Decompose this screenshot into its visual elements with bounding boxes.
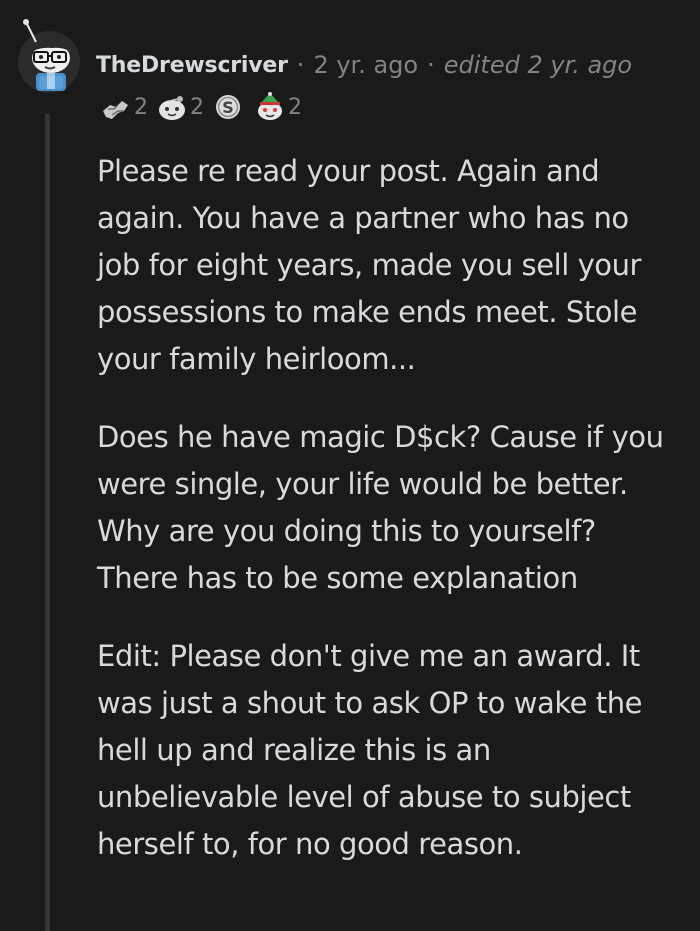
comment-meta: TheDrewscriver · 2 yr. ago · edited 2 yr…	[96, 48, 632, 82]
snoo-avatar-icon	[18, 19, 80, 93]
comment: TheDrewscriver · 2 yr. ago · edited 2 yr…	[0, 0, 700, 931]
wholesome-award-icon	[156, 91, 188, 123]
comment-paragraph: Please re read your post. Again and agai…	[97, 154, 641, 376]
awards-row: 2 2 S 2	[100, 88, 310, 126]
award-silver[interactable]: S	[212, 91, 246, 123]
helping-hand-award-icon	[100, 91, 132, 123]
award-count: 2	[134, 94, 148, 120]
username[interactable]: TheDrewscriver	[96, 53, 288, 78]
comment-paragraph: Does he have magic D$ck? Cause if you we…	[97, 420, 664, 595]
award-snoo-elf[interactable]: 2	[254, 91, 302, 123]
award-count: 2	[190, 94, 204, 120]
silver-award-icon: S	[212, 91, 244, 123]
thread-line[interactable]	[45, 114, 50, 931]
separator: ·	[427, 51, 435, 79]
separator: ·	[296, 51, 305, 79]
edited-label: edited 2 yr. ago	[443, 51, 633, 79]
snoo-elf-award-icon	[254, 91, 286, 123]
award-wholesome[interactable]: 2	[156, 91, 204, 123]
comment-paragraph: Edit: Please don't give me an award. It …	[97, 639, 643, 861]
comment-body: Please re read your post. Again and agai…	[97, 148, 677, 899]
avatar[interactable]	[16, 18, 82, 94]
svg-text:S: S	[222, 98, 234, 117]
award-helping-hand[interactable]: 2	[100, 91, 148, 123]
award-count: 2	[288, 94, 302, 120]
timestamp[interactable]: 2 yr. ago	[313, 51, 418, 79]
